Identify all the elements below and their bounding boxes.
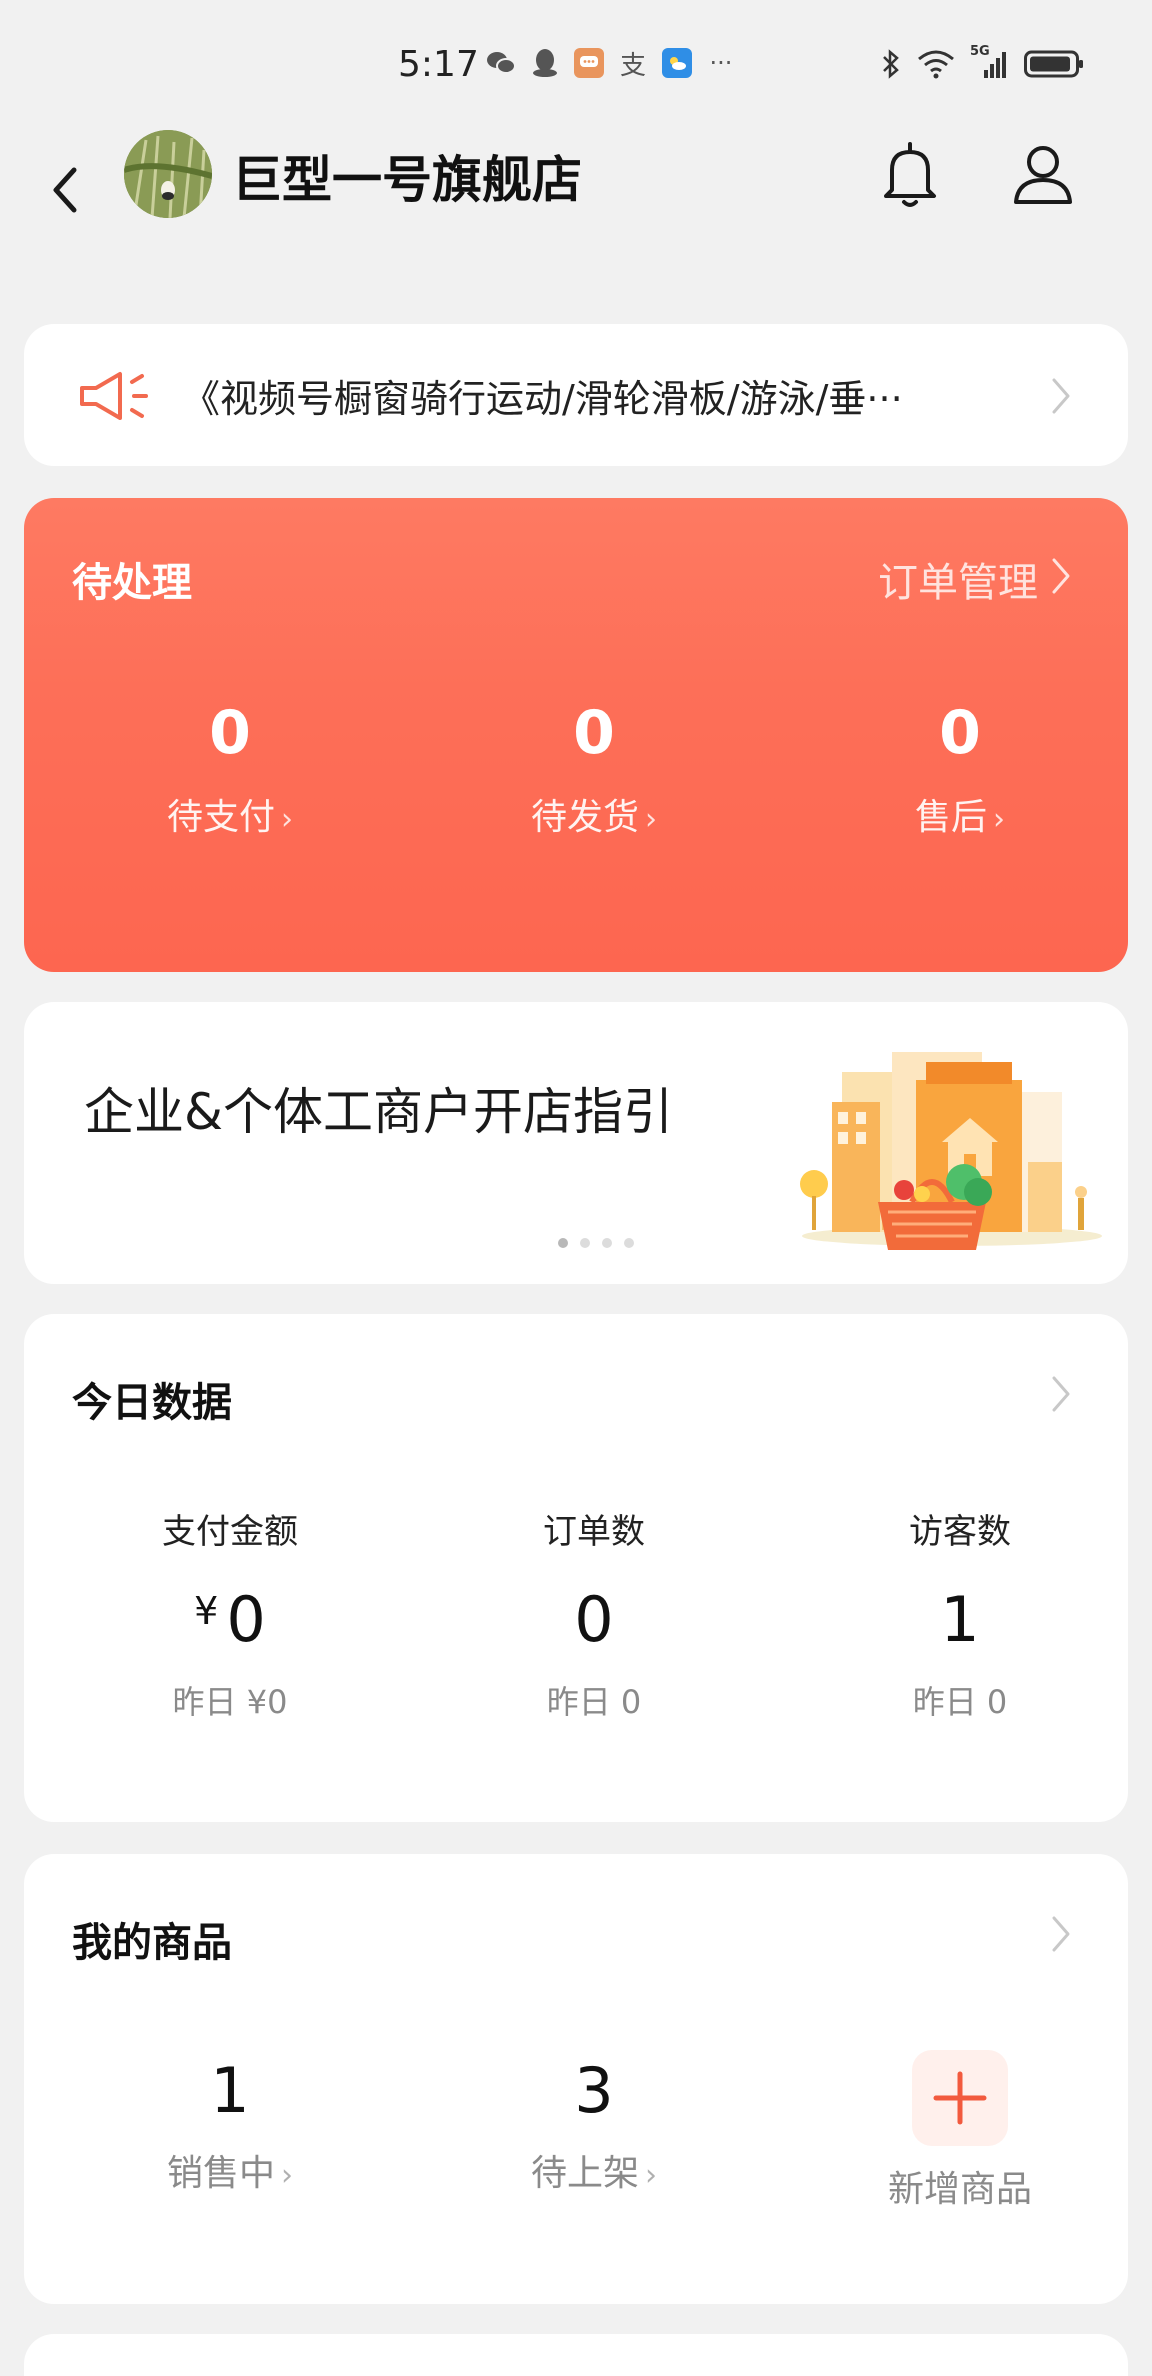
visitor-count-value: 1 xyxy=(940,1583,980,1656)
visitor-count-yesterday: 昨日 0 xyxy=(912,1683,1008,1721)
status-bar: 5:17 支 ··· 5G xyxy=(0,0,1152,130)
pending-listing-count: 3 xyxy=(574,2054,614,2127)
chevron-right-icon xyxy=(1052,378,1070,414)
my-products-title: 我的商品 xyxy=(72,1920,232,1966)
megaphone-icon xyxy=(80,372,148,420)
order-count-label: 订单数 xyxy=(543,1512,645,1552)
signal-indicator: 5G xyxy=(970,44,1010,80)
after-sales[interactable]: 0 售后 › xyxy=(810,698,1110,840)
carousel-dot xyxy=(602,1238,612,1248)
chevron-right-icon: › xyxy=(645,802,657,837)
chevron-right-icon: › xyxy=(281,2158,293,2193)
wifi-icon xyxy=(918,50,954,79)
payment-amount-stat[interactable]: 支付金额 ¥0 昨日 ¥0 xyxy=(80,1504,380,1723)
payment-amount-label: 支付金额 xyxy=(162,1512,298,1552)
visitor-count-label: 访客数 xyxy=(909,1512,1011,1552)
add-product-label: 新增商品 xyxy=(887,2169,1032,2210)
carousel-dot xyxy=(624,1238,634,1248)
payment-amount-yesterday: 昨日 ¥0 xyxy=(172,1683,288,1721)
after-sales-label: 售后 xyxy=(914,797,987,838)
message-icon xyxy=(574,48,604,78)
pending-payment-label: 待支付 xyxy=(166,797,275,838)
store-guide-banner[interactable]: 企业&个体工商户开店指引 xyxy=(24,1002,1128,1284)
signal-icon xyxy=(984,52,1006,78)
alipay-icon: 支 xyxy=(619,50,646,81)
pending-shipment-count: 0 xyxy=(573,698,615,768)
chevron-right-icon: › xyxy=(281,802,293,837)
my-products-card[interactable]: 我的商品 1 销售中 › 3 待上架 › 新增商品 xyxy=(24,1854,1128,2304)
next-section-card xyxy=(24,2334,1128,2376)
back-arrow-icon[interactable] xyxy=(44,146,94,226)
order-management-link[interactable]: 订单管理 xyxy=(878,550,1038,608)
pending-payment[interactable]: 0 待支付 › xyxy=(80,698,380,840)
announcement-bar[interactable]: 《视频号橱窗骑行运动/滑轮滑板/游泳/垂··· xyxy=(24,324,1128,466)
today-data-card[interactable]: 今日数据 支付金额 ¥0 昨日 ¥0 订单数 0 昨日 0 访客数 1 昨日 0 xyxy=(24,1314,1128,1822)
shop-name: 巨型一号旗舰店 xyxy=(232,151,582,209)
pending-orders-card: 待处理 订单管理 0 待支付 › 0 待发货 › 0 售后 › xyxy=(24,498,1128,972)
currency-symbol: ¥ xyxy=(194,1589,219,1633)
chevron-right-icon: › xyxy=(645,2158,657,2193)
wechat-icon xyxy=(486,48,516,78)
on-sale-products[interactable]: 1 销售中 › xyxy=(80,2054,380,2196)
carousel-indicator xyxy=(558,1238,634,1248)
status-time: 5:17 xyxy=(398,44,479,85)
system-icons: 5G xyxy=(880,44,1084,80)
shop-illustration xyxy=(800,1052,1102,1250)
more-icon: ··· xyxy=(709,49,733,77)
chevron-right-icon: › xyxy=(993,802,1005,837)
chevron-right-icon xyxy=(1052,558,1070,594)
order-count-stat[interactable]: 订单数 0 昨日 0 xyxy=(444,1504,744,1723)
pending-shipment[interactable]: 0 待发货 › xyxy=(444,698,744,840)
app-header: 巨型一号旗舰店 xyxy=(0,130,1152,240)
qq-icon xyxy=(530,48,560,78)
payment-amount-value: ¥0 xyxy=(80,1583,380,1663)
order-count-value: 0 xyxy=(574,1583,614,1656)
pending-shipment-label: 待发货 xyxy=(530,797,639,838)
announcement-text: 《视频号橱窗骑行运动/滑轮滑板/游泳/垂··· xyxy=(182,377,903,421)
today-data-title: 今日数据 xyxy=(72,1380,232,1426)
store-home-page: 5:17 支 ··· 5G 巨型一号旗舰店 《视频号橱窗骑行运动/滑轮滑板/游泳… xyxy=(0,0,1152,2376)
chevron-right-icon xyxy=(1052,1376,1070,1412)
payment-amount-number: 0 xyxy=(226,1583,266,1656)
pending-payment-count: 0 xyxy=(209,698,251,768)
weather-icon xyxy=(662,48,692,78)
bluetooth-icon xyxy=(883,49,899,79)
user-icon[interactable] xyxy=(1010,140,1076,210)
order-count-yesterday: 昨日 0 xyxy=(546,1683,642,1721)
notification-icons: 支 ··· xyxy=(486,48,736,81)
on-sale-label: 销售中 xyxy=(166,2153,275,2194)
plus-icon xyxy=(912,2050,1008,2146)
pending-title: 待处理 xyxy=(72,560,192,606)
pending-listing-label: 待上架 xyxy=(530,2153,639,2194)
carousel-dot xyxy=(580,1238,590,1248)
carousel-dot xyxy=(558,1238,568,1248)
battery-icon xyxy=(1024,50,1083,78)
guide-text: 企业&个体工商户开店指引 xyxy=(84,1083,673,1141)
pending-listing-products[interactable]: 3 待上架 › xyxy=(444,2054,744,2196)
on-sale-count: 1 xyxy=(210,2054,250,2127)
add-product-button[interactable]: 新增商品 xyxy=(810,2050,1110,2212)
visitor-count-stat[interactable]: 访客数 1 昨日 0 xyxy=(810,1504,1110,1723)
bell-icon[interactable] xyxy=(880,140,940,210)
chevron-right-icon xyxy=(1052,1916,1070,1952)
after-sales-count: 0 xyxy=(939,698,981,768)
shop-avatar[interactable] xyxy=(124,130,212,218)
